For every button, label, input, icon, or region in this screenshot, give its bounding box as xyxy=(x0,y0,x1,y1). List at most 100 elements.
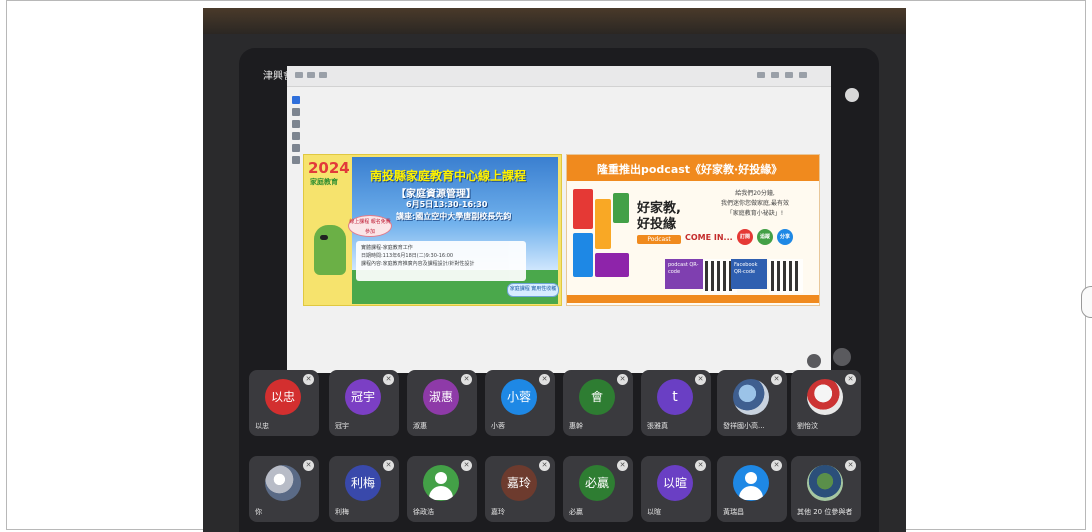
participant-tile[interactable]: 嘉玲 ✕ 嘉玲 xyxy=(485,456,555,522)
participant-tile[interactable]: 必贏 ✕ 必贏 xyxy=(563,456,633,522)
notice-line: 課程內容:家庭教育推廣內容及課程設計/針對性設計 xyxy=(361,261,475,267)
participant-tile[interactable]: 小蓉 ✕ 小蓉 xyxy=(485,370,555,436)
participant-tile[interactable]: 淑惠 ✕ 淑惠 xyxy=(407,370,477,436)
participant-tile[interactable]: ✕ 發祥國小高... xyxy=(717,370,787,436)
mic-off-icon: ✕ xyxy=(303,374,314,385)
more-icon[interactable] xyxy=(845,88,859,102)
shared-screen: 2024 家庭教育 南投縣家庭教育中心線上課程 【家庭資源管理】 6月5日13:… xyxy=(287,66,831,373)
poster-notice: 實體課程-家庭教育工作 日期時間:113年6月18日(二)9:30-16:00 … xyxy=(356,241,526,281)
fullscreen-icon[interactable] xyxy=(833,348,851,366)
participant-tile[interactable]: ✕ 黃瑞昌 xyxy=(717,456,787,522)
mic-off-icon: ✕ xyxy=(845,374,856,385)
participant-name: 張雅真 xyxy=(647,422,668,430)
participant-tile[interactable]: ✕ 徐政浩 xyxy=(407,456,477,522)
participant-name: 必贏 xyxy=(569,508,583,516)
mic-off-icon: ✕ xyxy=(383,374,394,385)
poster-badge: 線上課程 報名免費參加 xyxy=(348,215,392,237)
mic-off-icon: ✕ xyxy=(771,460,782,471)
tablet-device: 津興會議室在線會議進行中 2024 家庭教育 xyxy=(203,8,906,532)
adjacent-device-edge xyxy=(1081,286,1092,318)
mic-off-icon: ✕ xyxy=(383,460,394,471)
pointer-hand-icon[interactable] xyxy=(807,354,821,368)
avatar: 會 xyxy=(579,379,615,415)
avatar: 冠宇 xyxy=(345,379,381,415)
avatar-photo xyxy=(733,379,769,415)
mic-off-icon: ✕ xyxy=(771,374,782,385)
person-head xyxy=(745,472,757,484)
mic-off-icon: ✕ xyxy=(695,374,706,385)
participant-name: 以忠 xyxy=(255,422,269,430)
qr-code-icon xyxy=(769,259,803,293)
avatar: 必贏 xyxy=(579,465,615,501)
window-control-icon xyxy=(771,72,779,78)
mic-off-icon: ✕ xyxy=(845,460,856,471)
mic-off-icon: ✕ xyxy=(539,460,550,471)
slide-area: 2024 家庭教育 南投縣家庭教育中心線上課程 【家庭資源管理】 6月5日13:… xyxy=(303,154,820,306)
participant-tile[interactable]: ✕ 劉怡汶 xyxy=(791,370,861,436)
avatar: 嘉玲 xyxy=(501,465,537,501)
avatar-photo xyxy=(265,465,301,501)
avatar: 以暄 xyxy=(657,465,693,501)
follow-badge: 追蹤 xyxy=(757,229,773,245)
participant-tile[interactable]: 以暄 ✕ 以暄 xyxy=(641,456,711,522)
participant-name: 你 xyxy=(255,508,262,516)
window-control-icon xyxy=(757,72,765,78)
podcast-poster: 隆重推出podcast《好家教·好投緣》 好家教, 好投緣 Podcast 給我… xyxy=(566,154,820,306)
participant-tile[interactable]: ✕ 其他 20 位參與者 xyxy=(791,456,861,522)
window-control-icon xyxy=(785,72,793,78)
default-avatar-icon xyxy=(423,465,459,501)
podcast-qr-label: podcast QR-code xyxy=(665,259,703,289)
participant-name: 冠宇 xyxy=(335,422,349,430)
notice-line: 實體課程-家庭教育工作 xyxy=(361,245,413,251)
podcast-tag: Podcast xyxy=(637,235,681,244)
participant-tile[interactable]: ✕ 你 xyxy=(249,456,319,522)
podcast-decoration xyxy=(573,189,631,281)
highlighter-icon xyxy=(292,120,300,128)
person-head xyxy=(435,472,447,484)
participant-name: 嘉玲 xyxy=(491,508,505,516)
participant-tile[interactable]: 會 ✕ 惠幹 xyxy=(563,370,633,436)
avatar: 以忠 xyxy=(265,379,301,415)
tablet-top-edge xyxy=(203,8,906,34)
podcast-big-title: 好家教, 好投緣 xyxy=(637,201,681,233)
podcast-description: 給我們20分鐘, 我們迷你您做家庭,最有效 「家庭教育小祕訣」! xyxy=(695,189,815,219)
facebook-qr-label: Facebook QR-code xyxy=(731,259,767,289)
eraser-icon xyxy=(292,132,300,140)
poster-subtitle: 【家庭資源管理】 xyxy=(396,189,476,200)
participant-name: 小蓉 xyxy=(491,422,505,430)
participant-name: 利梅 xyxy=(335,508,349,516)
podcast-banner-title: 隆重推出podcast《好家教·好投緣》 xyxy=(597,163,783,176)
subscribe-badge: 訂閱 xyxy=(737,229,753,245)
poster-year: 2024 xyxy=(308,159,350,177)
participant-tile[interactable]: 以忠 ✕ 以忠 xyxy=(249,370,319,436)
participant-tile[interactable]: 冠宇 ✕ 冠宇 xyxy=(329,370,399,436)
mic-off-icon: ✕ xyxy=(617,374,628,385)
menu-icon xyxy=(319,72,327,78)
participant-name: 黃瑞昌 xyxy=(723,508,744,516)
window-control-icon xyxy=(799,72,807,78)
poster-speaker: 講座:國立空中大學唐副校長先鈞 xyxy=(396,212,512,221)
participant-name: 惠幹 xyxy=(569,422,583,430)
avatar-photo xyxy=(807,465,843,501)
podcast-bottom-bar xyxy=(567,295,819,303)
desc-line: 我們迷你您做家庭,最有效 xyxy=(721,200,789,207)
mic-off-icon: ✕ xyxy=(695,460,706,471)
avatar: 小蓉 xyxy=(501,379,537,415)
menu-icon xyxy=(295,72,303,78)
participant-name: 其他 20 位參與者 xyxy=(797,508,853,516)
participant-tile[interactable]: t ✕ 張雅真 xyxy=(641,370,711,436)
poster-title: 南投縣家庭教育中心線上課程 xyxy=(370,169,527,183)
avatar: 利梅 xyxy=(345,465,381,501)
pen-icon xyxy=(292,108,300,116)
zoom-icon xyxy=(292,144,300,152)
podcast-big-title-line: 好投緣 xyxy=(637,217,677,232)
poster-cta: 家庭課程 實用性收穫 xyxy=(507,283,559,297)
participant-tile[interactable]: 利梅 ✕ 利梅 xyxy=(329,456,399,522)
come-in-text: COME IN... xyxy=(685,233,733,242)
course-poster: 2024 家庭教育 南投縣家庭教育中心線上課程 【家庭資源管理】 6月5日13:… xyxy=(303,154,562,306)
mic-off-icon: ✕ xyxy=(461,374,472,385)
mascot-illustration xyxy=(314,225,346,275)
desc-line: 「家庭教育小祕訣」! xyxy=(726,210,784,217)
mic-off-icon: ✕ xyxy=(539,374,550,385)
mic-off-icon: ✕ xyxy=(461,460,472,471)
